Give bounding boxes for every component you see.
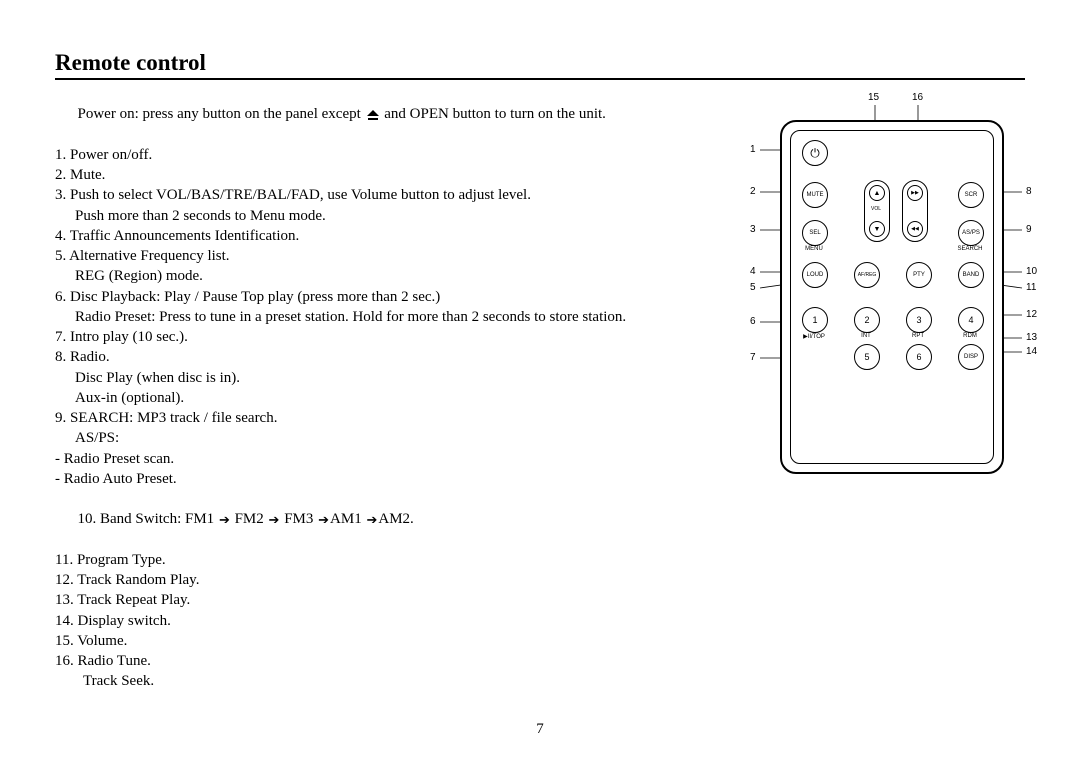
vol-label: VOL [856,206,896,212]
page-title: Remote control [55,50,1025,80]
item-10-pre: 10. Band Switch: FM1 [78,511,218,527]
callout-15: 15 [868,92,879,103]
rdm-label: RDM [950,333,990,339]
preset-6: 6 [906,344,932,370]
item-13: 13. Track Repeat Play. [55,590,1025,610]
item-10b: FM3 [280,511,317,527]
callout-6: 6 [750,316,756,327]
arrow-icon: ➔ [366,511,377,529]
remote-body: ⏻ ▲ ▼ VOL ▶▶ ◀◀ MUTE SCR SEL MENU AS/PS … [780,120,1004,474]
item-10d: AM2. [378,511,413,527]
power-button: ⏻ [802,140,828,166]
callout-5: 5 [750,282,756,293]
loud-button: LOUD [802,262,828,288]
arrow-icon: ➔ [269,511,280,529]
item-16b: Track Seek. [83,671,1025,691]
remote-diagram: 1 2 3 4 5 6 7 8 9 10 11 12 13 14 15 16 ⏻… [730,90,1050,490]
menu-label: MENU [794,246,834,252]
item-15: 15. Volume. [55,631,1025,651]
preset-5: 5 [854,344,880,370]
tune-rocker: ▶▶ ◀◀ [902,180,928,242]
top-label: ▶II/TOP [794,333,834,340]
item-10a: FM2 [231,511,268,527]
callout-16: 16 [912,92,923,103]
vol-down-icon: ▼ [869,221,885,237]
item-10: 10. Band Switch: FM1 ➔ FM2 ➔ FM3 ➔AM1 ➔A… [55,489,1025,550]
item-12: 12. Track Random Play. [55,570,1025,590]
callout-11: 11 [1026,282,1036,293]
callout-12: 12 [1026,309,1037,320]
pty-button: PTY [906,262,932,288]
callout-1: 1 [750,144,756,155]
preset-4: 4 [958,307,984,333]
band-button: BAND [958,262,984,288]
preset-2: 2 [854,307,880,333]
preset-1: 1 [802,307,828,333]
callout-2: 2 [750,186,756,197]
intro-pre: Power on: press any button on the panel … [78,106,365,122]
afreg-button: AF/REG [854,262,880,288]
callout-13: 13 [1026,332,1037,343]
callout-8: 8 [1026,186,1032,197]
search-label: SEARCH [950,246,990,252]
arrow-icon: ➔ [318,511,329,529]
item-14: 14. Display switch. [55,611,1025,631]
eject-icon [367,110,379,120]
intro-post: and OPEN button to turn on the unit. [381,106,606,122]
page-number: 7 [0,721,1080,738]
mute-button: MUTE [802,182,828,208]
seek-fwd-icon: ▶▶ [907,185,923,201]
disp-button: DISP [958,344,984,370]
arrow-icon: ➔ [219,511,230,529]
callout-3: 3 [750,224,756,235]
int-label: INT [846,333,886,339]
callout-14: 14 [1026,346,1037,357]
seek-back-icon: ◀◀ [907,221,923,237]
item-10c: AM1 [330,511,365,527]
callout-10: 10 [1026,266,1037,277]
remote-inner [790,130,994,464]
callout-7: 7 [750,352,756,363]
item-11: 11. Program Type. [55,550,1025,570]
vol-up-icon: ▲ [869,185,885,201]
preset-3: 3 [906,307,932,333]
item-16: 16. Radio Tune. [55,651,1025,671]
rpt-label: RPT [898,333,938,339]
scr-button: SCR [958,182,984,208]
callout-4: 4 [750,266,756,277]
callout-9: 9 [1026,224,1032,235]
sel-button: SEL [802,220,828,246]
asps-button: AS/PS [958,220,984,246]
